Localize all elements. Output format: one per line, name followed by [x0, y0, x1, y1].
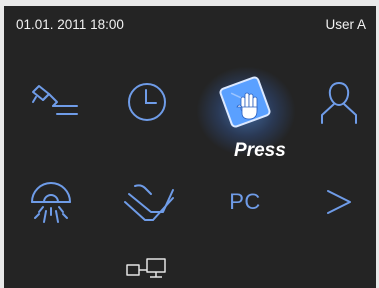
network-button[interactable] [112, 244, 182, 288]
handpiece-icon [32, 85, 78, 115]
hand-touch-icon [219, 76, 271, 128]
handpiece-button[interactable] [16, 72, 86, 132]
status-bar: 01.01. 2011 18:00 User A [4, 6, 376, 46]
operating-light-icon [31, 182, 71, 223]
user-label[interactable]: User A [325, 17, 366, 32]
user-button[interactable] [304, 72, 374, 132]
foot-control-button[interactable] [112, 172, 182, 232]
pc-icon: PC [229, 189, 261, 214]
user-icon [321, 82, 357, 124]
touch-mode-button[interactable] [210, 72, 280, 132]
control-panel-screen: 01.01. 2011 18:00 User A Press PC [4, 6, 376, 288]
operating-light-button[interactable] [16, 172, 86, 232]
next-page-button[interactable] [304, 172, 374, 232]
pc-button[interactable]: PC [210, 172, 280, 232]
network-icon [126, 258, 166, 278]
datetime-display: 01.01. 2011 18:00 [16, 17, 124, 32]
foot-control-icon [124, 184, 174, 221]
press-hint: Press [234, 140, 286, 161]
clock-icon [128, 83, 166, 121]
timer-button[interactable] [112, 72, 182, 132]
chevron-right-icon [327, 190, 351, 214]
